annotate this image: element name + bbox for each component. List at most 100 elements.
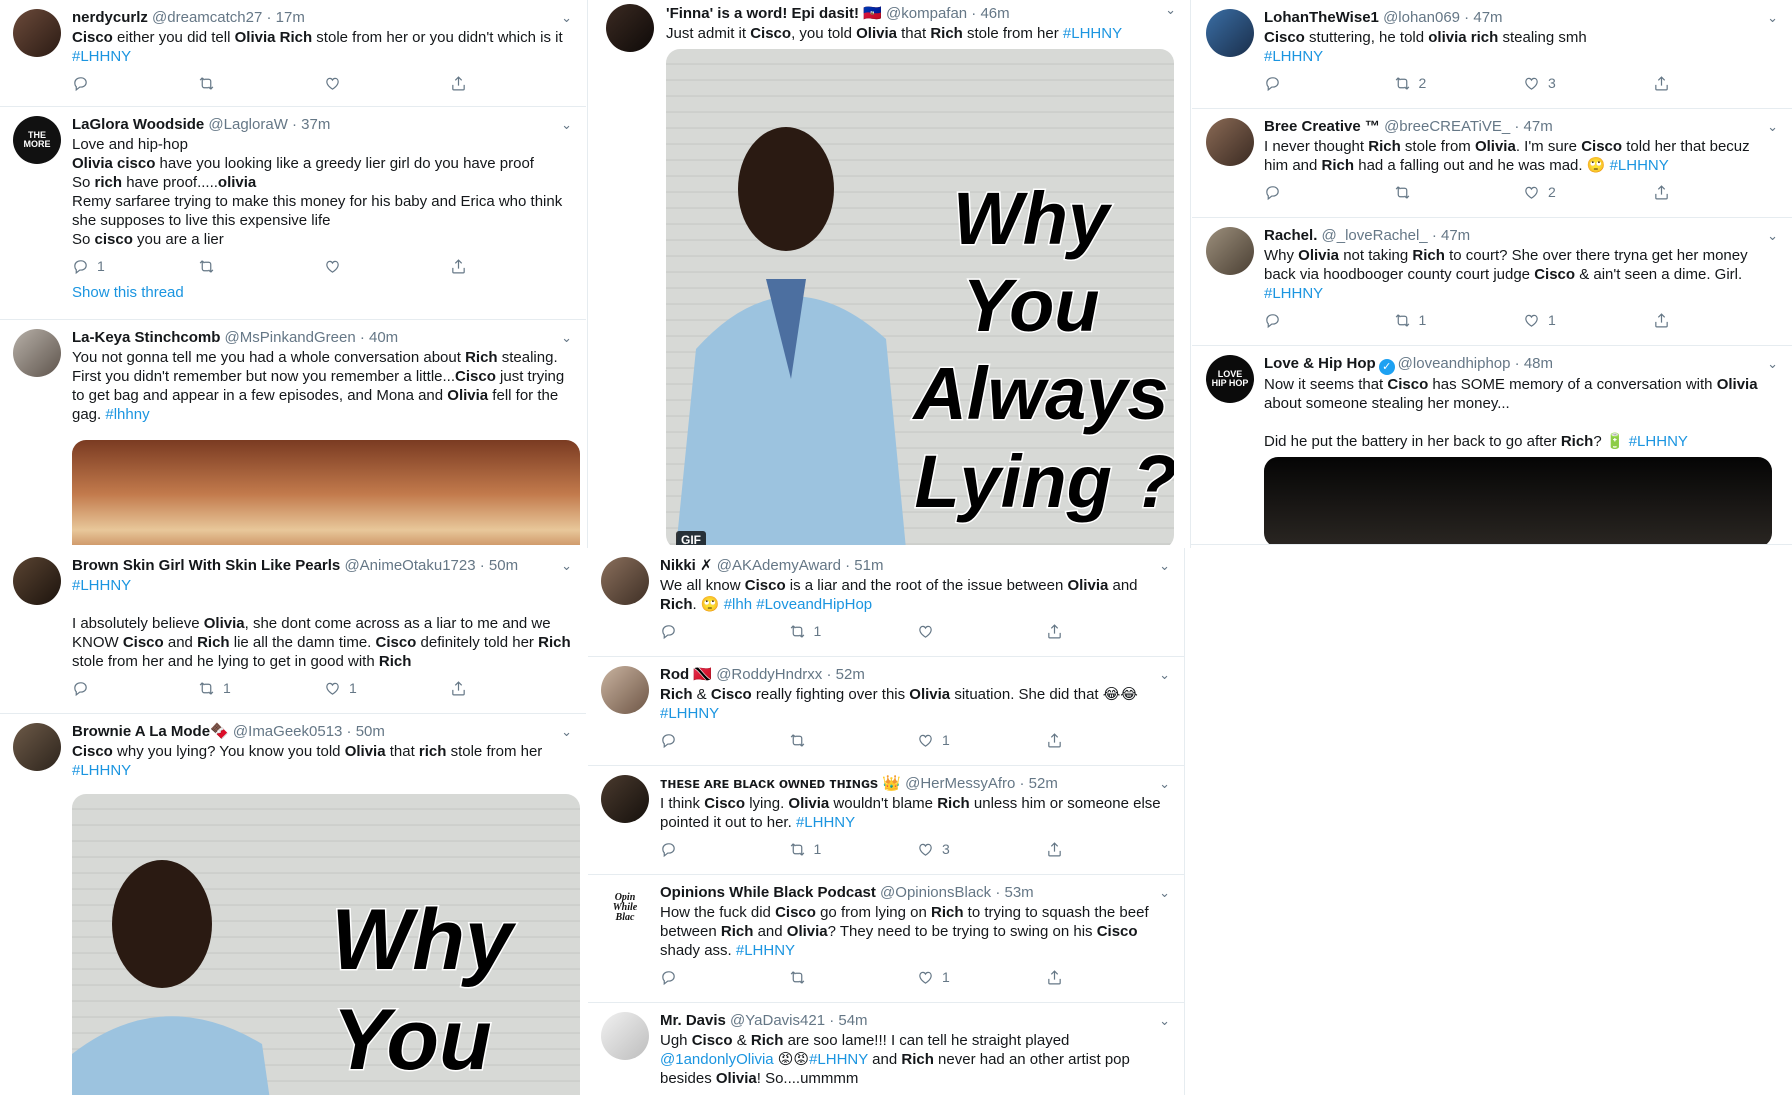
like-button[interactable]: [917, 623, 1046, 640]
retweet-button[interactable]: [1394, 184, 1524, 201]
display-name[interactable]: Brownie A La Mode: [72, 723, 210, 740]
chevron-down-icon[interactable]: ⌄: [561, 724, 572, 740]
avatar[interactable]: [1206, 227, 1254, 275]
chevron-down-icon[interactable]: ⌄: [1159, 885, 1170, 901]
avatar[interactable]: Opin While Blac: [601, 884, 649, 932]
chevron-down-icon[interactable]: ⌄: [1767, 119, 1778, 135]
avatar[interactable]: [606, 4, 654, 52]
chevron-down-icon[interactable]: ⌄: [1159, 558, 1170, 574]
display-name[interactable]: LaGlora Woodside: [72, 116, 204, 133]
display-name[interactable]: Bree Creative ™: [1264, 118, 1380, 135]
share-button[interactable]: [1653, 184, 1783, 201]
reply-button[interactable]: [1264, 75, 1394, 92]
like-button[interactable]: 1: [1523, 312, 1653, 329]
retweet-button[interactable]: 1: [1394, 312, 1524, 329]
tweet-laglora[interactable]: THE MORE ⌄ LaGlora Woodside @LagloraW · 3…: [0, 107, 586, 320]
avatar[interactable]: [601, 1012, 649, 1060]
avatar[interactable]: [1206, 118, 1254, 166]
retweet-button[interactable]: [198, 258, 324, 275]
chevron-down-icon[interactable]: ⌄: [1165, 2, 1176, 18]
avatar[interactable]: [13, 557, 61, 605]
avatar[interactable]: [13, 329, 61, 377]
avatar[interactable]: [601, 775, 649, 823]
display-name[interactable]: nerdycurlz: [72, 9, 148, 26]
avatar[interactable]: [13, 9, 61, 57]
share-button[interactable]: [450, 258, 576, 275]
tweet-mrdavis[interactable]: ⌄ Mr. Davis @YaDavis421 · 54m Ugh Cisco …: [588, 1003, 1184, 1095]
display-name[interactable]: 'Finna' is a word! Epi dasit!: [666, 5, 859, 22]
chevron-down-icon[interactable]: ⌄: [1159, 1013, 1170, 1029]
tweet-lohan[interactable]: ⌄ LohanTheWise1 @lohan069 · 47m Cisco st…: [1192, 0, 1792, 109]
tweet-nerdycurlz[interactable]: ⌄ nerdycurlz @dreamcatch27 · 17m Cisco e…: [0, 0, 586, 107]
tweet-hermessyafro[interactable]: ⌄ ᴛʜᴇsᴇ ᴀʀᴇ ʙʟᴀᴄᴋ ᴏᴡɴᴇᴅ ᴛʜɪɴɢs 👑 @HerMes…: [588, 766, 1184, 875]
chevron-down-icon[interactable]: ⌄: [1159, 667, 1170, 683]
avatar[interactable]: THE MORE: [13, 116, 61, 164]
tweet-bree[interactable]: ⌄ Bree Creative ™ @breeCREATiVE_ · 47m I…: [1192, 109, 1792, 218]
retweet-button[interactable]: 1: [789, 623, 918, 640]
share-button[interactable]: [1653, 75, 1783, 92]
tweet-gif[interactable]: Why You Always Lying ? GIF: [666, 49, 1174, 545]
retweet-button[interactable]: [789, 969, 918, 986]
avatar[interactable]: [1206, 9, 1254, 57]
retweet-button[interactable]: [198, 75, 324, 92]
like-button[interactable]: 1: [324, 680, 450, 697]
chevron-down-icon[interactable]: ⌄: [561, 117, 572, 133]
show-thread-link[interactable]: Show this thread: [72, 283, 576, 311]
chevron-down-icon[interactable]: ⌄: [1767, 10, 1778, 26]
avatar[interactable]: LOVE HIP HOP: [1206, 355, 1254, 403]
chevron-down-icon[interactable]: ⌄: [561, 558, 572, 574]
tweet-finna[interactable]: ⌄ 'Finna' is a word! Epi dasit! 🇭🇹 @komp…: [588, 0, 1190, 545]
share-button[interactable]: [1653, 312, 1783, 329]
tweet-brownskin[interactable]: ⌄ Brown Skin Girl With Skin Like Pearls …: [0, 548, 586, 714]
display-name[interactable]: La-Keya Stinchcomb: [72, 329, 220, 346]
tweet-rod[interactable]: ⌄ Rod 🇹🇹 @RoddyHndrxx · 52m Rich & Cisco…: [588, 657, 1184, 766]
hashtag[interactable]: #LHHNY: [72, 48, 131, 65]
display-name[interactable]: Love & Hip Hop: [1264, 355, 1376, 372]
retweet-button[interactable]: [789, 732, 918, 749]
avatar[interactable]: [601, 666, 649, 714]
like-button[interactable]: 3: [917, 841, 1046, 858]
like-button[interactable]: [324, 258, 450, 275]
reply-button[interactable]: [660, 841, 789, 858]
tweet-lakeya[interactable]: ⌄ La-Keya Stinchcomb @MsPinkandGreen · 4…: [0, 320, 586, 545]
tweet-video[interactable]: [1264, 457, 1772, 544]
retweet-button[interactable]: 1: [198, 680, 324, 697]
reply-button[interactable]: [660, 732, 789, 749]
reply-button[interactable]: 1: [72, 258, 198, 275]
display-name[interactable]: Brown Skin Girl With Skin Like Pearls: [72, 557, 340, 574]
reply-button[interactable]: [660, 969, 789, 986]
like-button[interactable]: 1: [917, 969, 1046, 986]
like-button[interactable]: 2: [1523, 184, 1653, 201]
share-button[interactable]: [1046, 841, 1175, 858]
like-button[interactable]: 1: [917, 732, 1046, 749]
share-button[interactable]: [1046, 623, 1175, 640]
share-button[interactable]: [450, 680, 576, 697]
chevron-down-icon[interactable]: ⌄: [1767, 356, 1778, 372]
like-button[interactable]: [324, 75, 450, 92]
reply-button[interactable]: [1264, 184, 1394, 201]
chevron-down-icon[interactable]: ⌄: [561, 330, 572, 346]
chevron-down-icon[interactable]: ⌄: [1159, 776, 1170, 792]
tweet-opinionsblack[interactable]: Opin While Blac ⌄ Opinions While Black Pod…: [588, 875, 1184, 1003]
retweet-button[interactable]: 1: [789, 841, 918, 858]
display-name[interactable]: Nikki: [660, 557, 696, 574]
reply-button[interactable]: [72, 680, 198, 697]
display-name[interactable]: Mr. Davis: [660, 1012, 726, 1029]
reply-button[interactable]: [72, 75, 198, 92]
retweet-button[interactable]: 2: [1394, 75, 1524, 92]
display-name[interactable]: Opinions While Black Podcast: [660, 884, 876, 901]
display-name[interactable]: Rachel.: [1264, 227, 1317, 244]
tweet-media-image[interactable]: [72, 440, 580, 545]
tweet-rachel[interactable]: ⌄ Rachel. @_loveRachel_ · 47m Why Olivia…: [1192, 218, 1792, 346]
share-button[interactable]: [1046, 732, 1175, 749]
share-button[interactable]: [1046, 969, 1175, 986]
avatar[interactable]: [13, 723, 61, 771]
display-name[interactable]: LohanTheWise1: [1264, 9, 1379, 26]
display-name[interactable]: Rod: [660, 666, 689, 683]
mention-link[interactable]: @1andonlyOlivia: [660, 1051, 774, 1068]
chevron-down-icon[interactable]: ⌄: [1767, 228, 1778, 244]
chevron-down-icon[interactable]: ⌄: [561, 10, 572, 26]
display-name[interactable]: ᴛʜᴇsᴇ ᴀʀᴇ ʙʟᴀᴄᴋ ᴏᴡɴᴇᴅ ᴛʜɪɴɢs: [660, 775, 878, 792]
like-button[interactable]: 3: [1523, 75, 1653, 92]
reply-button[interactable]: [660, 623, 789, 640]
